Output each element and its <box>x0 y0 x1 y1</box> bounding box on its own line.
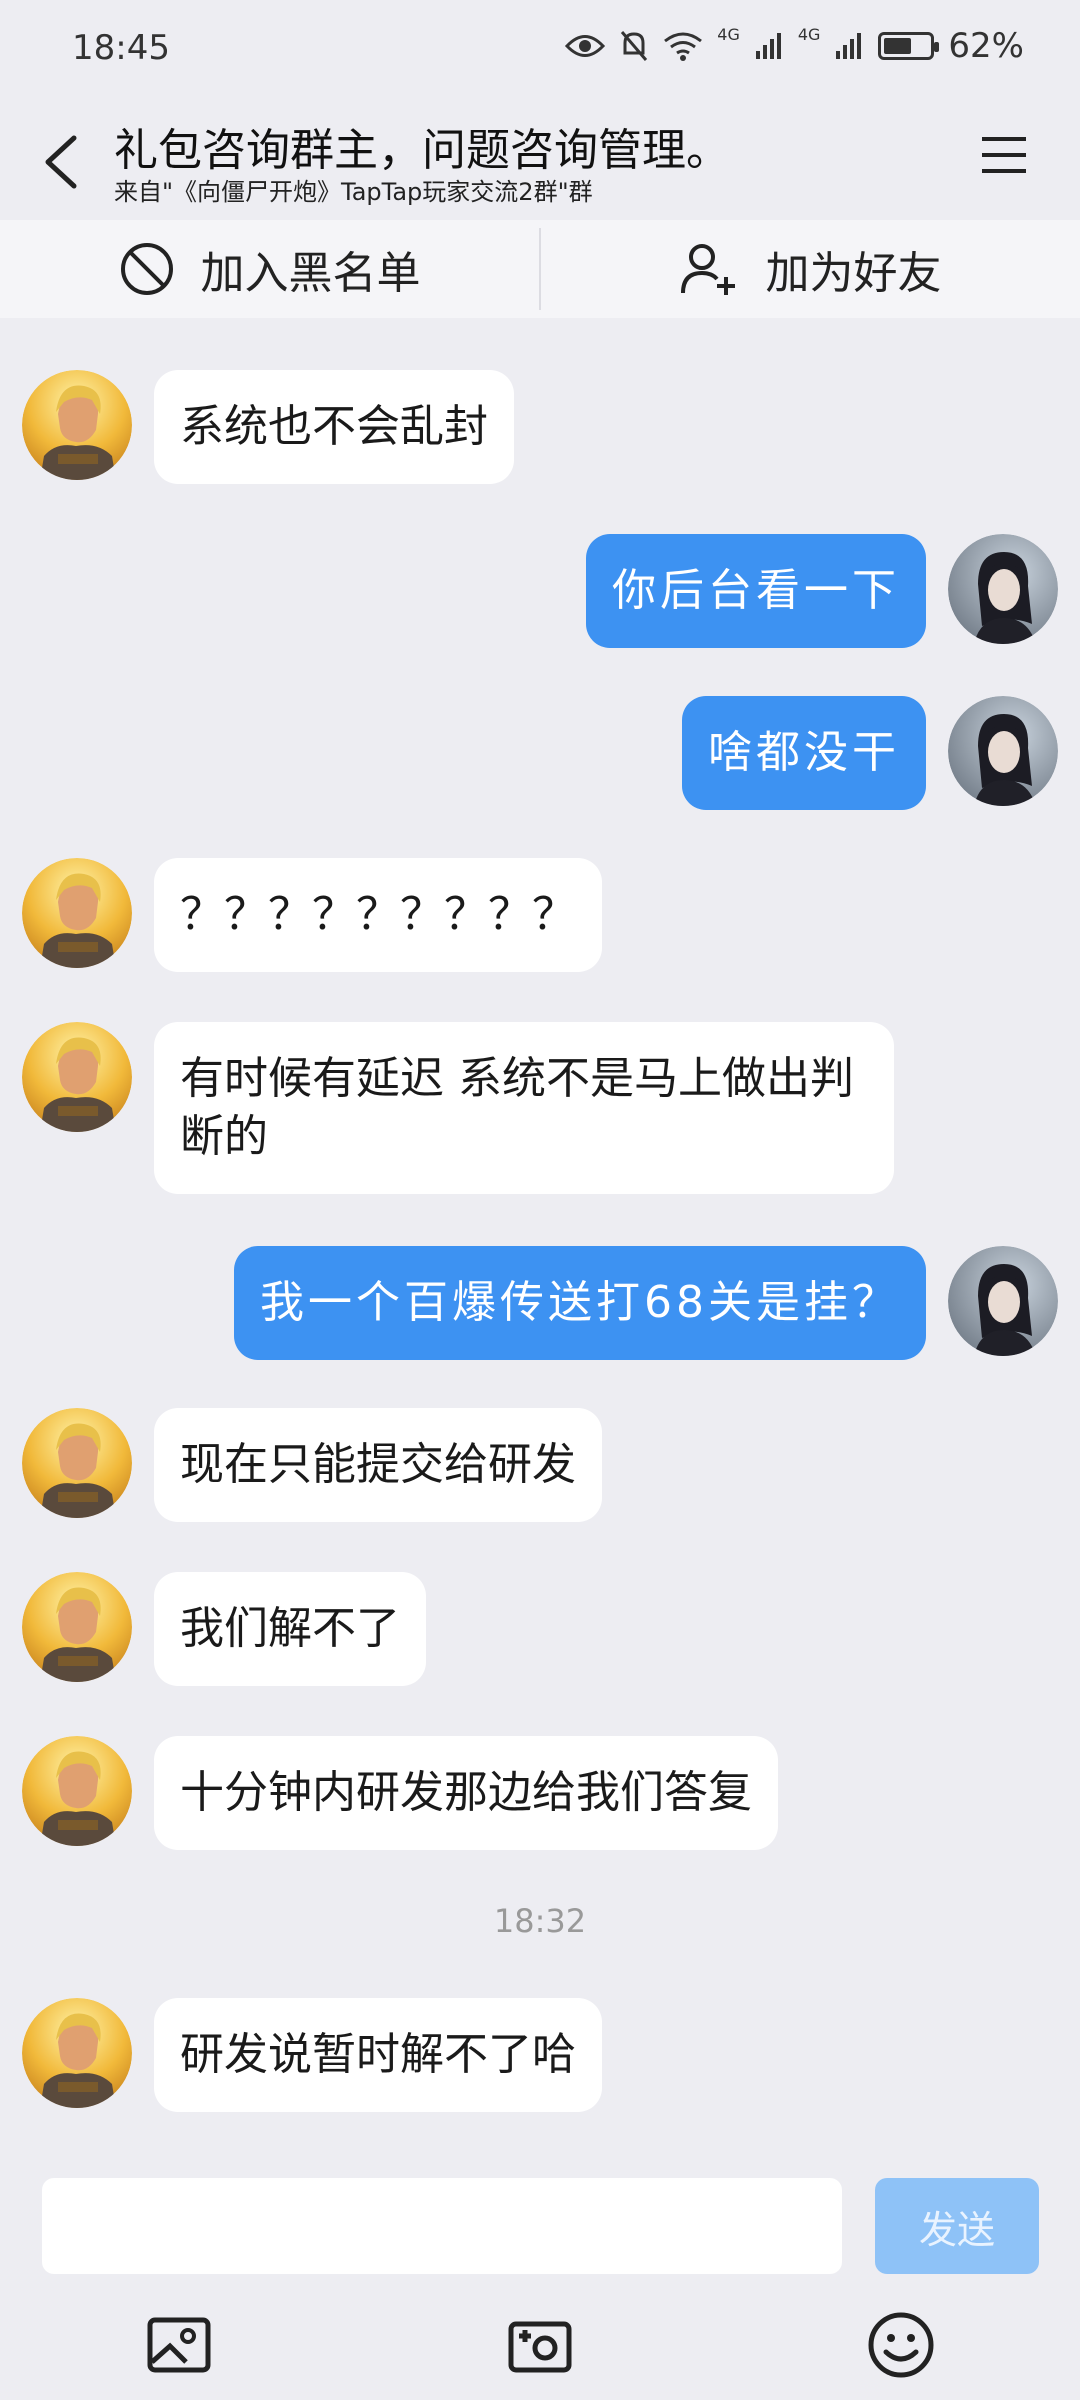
add-user-icon <box>680 244 735 295</box>
signal-icon-2: 4G <box>797 24 821 44</box>
add-friend-button[interactable]: 加为好友 <box>541 220 1080 318</box>
message-list[interactable]: 系统也不会乱封 你后台看一下 啥都没干 ？？？？？？？？？ 有时候有延迟 系统不… <box>0 318 1080 2160</box>
message-bubble[interactable]: 我一个百爆传送打68关是挂？ <box>234 1246 926 1360</box>
mute-bell-icon <box>621 31 648 61</box>
block-icon <box>120 243 173 295</box>
message-sent: 我一个百爆传送打68关是挂？ <box>234 1246 1058 1360</box>
avatar-self[interactable] <box>948 1246 1058 1356</box>
status-time: 18:45 <box>72 28 170 68</box>
avatar-self[interactable] <box>948 696 1058 806</box>
chat-title: 礼包咨询群主，问题咨询管理。 <box>114 125 730 176</box>
message-received: 现在只能提交给研发 <box>22 1408 602 1522</box>
signal-icon-1: 4G <box>717 24 740 44</box>
eye-icon <box>565 35 606 57</box>
avatar-other[interactable] <box>22 370 132 480</box>
message-bubble[interactable]: 有时候有延迟 系统不是马上做出判断的 <box>154 1022 894 1194</box>
message-bubble[interactable]: 系统也不会乱封 <box>154 370 514 484</box>
message-bubble[interactable]: ？？？？？？？？？ <box>154 858 602 972</box>
avatar-other[interactable] <box>22 1408 132 1518</box>
avatar-other[interactable] <box>22 1572 132 1682</box>
message-received: 十分钟内研发那边给我们答复 <box>22 1736 778 1850</box>
status-icons: 4G 4G 62% <box>565 24 1024 66</box>
emoji-icon[interactable] <box>866 2310 936 2380</box>
battery-percent: 62% <box>948 26 1024 66</box>
message-bubble[interactable]: 十分钟内研发那边给我们答复 <box>154 1736 778 1850</box>
chat-header: 礼包咨询群主，问题咨询管理。 来自"《向僵尸开炮》TapTap玩家交流2群"群 <box>0 100 1080 220</box>
bottom-toolbar <box>0 2280 1080 2400</box>
image-icon[interactable] <box>144 2310 214 2380</box>
add-friend-label: 加为好友 <box>765 248 942 299</box>
avatar-self[interactable] <box>948 534 1058 644</box>
message-sent: 你后台看一下 <box>586 534 1058 648</box>
send-button[interactable]: 发送 <box>875 2178 1039 2274</box>
message-bubble[interactable]: 研发说暂时解不了哈 <box>154 1998 602 2112</box>
action-bar: 加入黑名单 加为好友 <box>0 220 1080 318</box>
message-bubble[interactable]: 你后台看一下 <box>586 534 926 648</box>
message-received: 有时候有延迟 系统不是马上做出判断的 <box>22 1022 894 1194</box>
message-received: 研发说暂时解不了哈 <box>22 1998 602 2112</box>
back-arrow-icon[interactable] <box>38 132 88 192</box>
blacklist-button[interactable]: 加入黑名单 <box>0 220 539 318</box>
avatar-other[interactable] <box>22 1736 132 1846</box>
message-timestamp: 18:32 <box>493 1902 587 1940</box>
message-bubble[interactable]: 啥都没干 <box>682 696 926 810</box>
avatar-other[interactable] <box>22 858 132 968</box>
message-received: ？？？？？？？？？ <box>22 858 602 972</box>
cell-signal-icon-2 <box>836 33 862 59</box>
blacklist-label: 加入黑名单 <box>200 248 421 299</box>
avatar-other[interactable] <box>22 1998 132 2108</box>
message-received: 系统也不会乱封 <box>22 370 514 484</box>
wifi-icon <box>664 32 703 61</box>
avatar-other[interactable] <box>22 1022 132 1132</box>
camera-icon[interactable] <box>505 2310 575 2380</box>
cell-signal-icon <box>755 33 781 59</box>
message-bubble[interactable]: 现在只能提交给研发 <box>154 1408 602 1522</box>
hamburger-menu-icon[interactable] <box>980 134 1028 176</box>
message-sent: 啥都没干 <box>682 696 1058 810</box>
message-input[interactable] <box>42 2178 842 2274</box>
input-bar: 发送 <box>0 2160 1080 2280</box>
chat-subtitle: 来自"《向僵尸开炮》TapTap玩家交流2群"群 <box>114 178 593 206</box>
message-received: 我们解不了 <box>22 1572 426 1686</box>
message-bubble[interactable]: 我们解不了 <box>154 1572 426 1686</box>
battery-icon <box>878 32 940 60</box>
status-bar: 18:45 4G 4G 62% <box>0 0 1080 100</box>
